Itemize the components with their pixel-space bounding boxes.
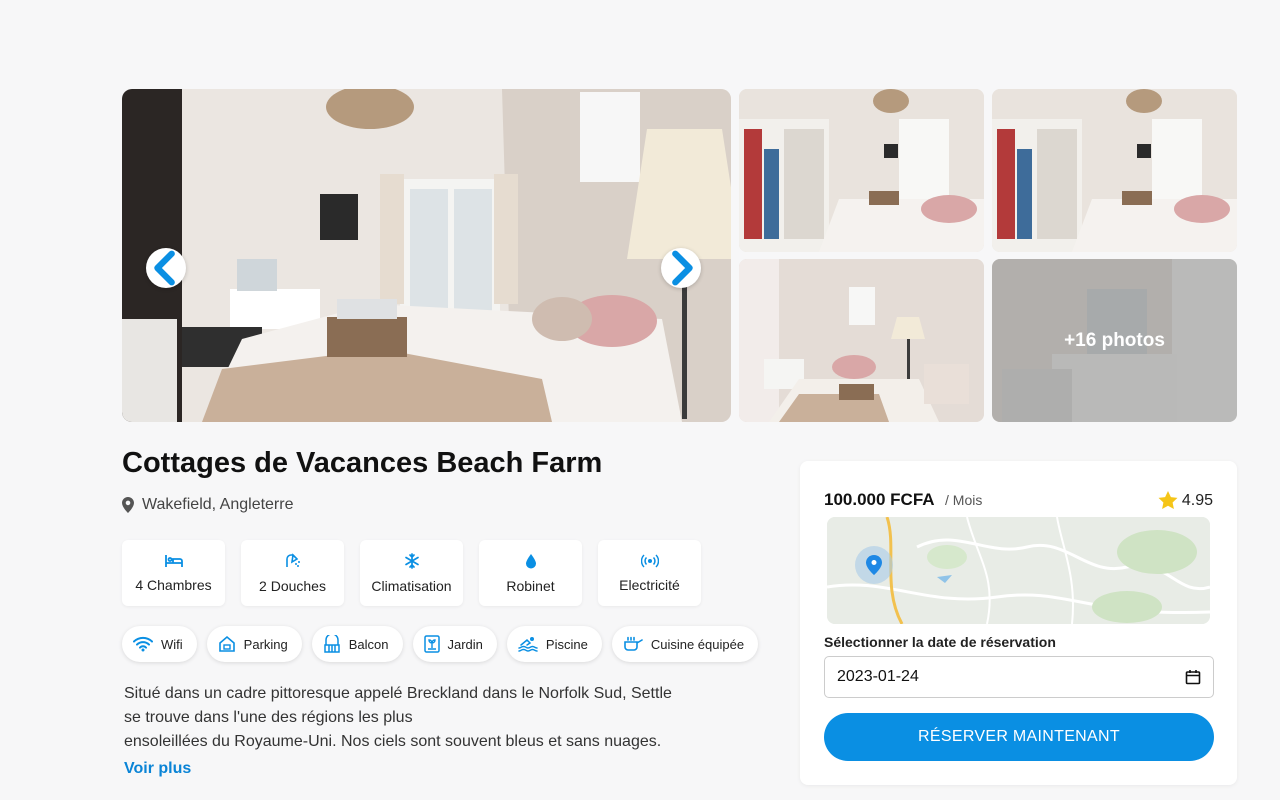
chevron-right-icon (672, 250, 693, 286)
feature-label: Electricité (619, 576, 680, 593)
description-line: se trouve dans l'une des régions les plu… (124, 709, 413, 726)
feature-label: 4 Chambres (135, 576, 212, 593)
amenity-label: Piscine (545, 636, 588, 652)
amenity-garden[interactable]: Jardin (412, 626, 497, 662)
amenity-wifi[interactable]: Wifi (122, 626, 197, 662)
snowflake-icon (404, 552, 419, 569)
booking-card: 100.000 FCFA / Mois 4.95 Sélectionner la… (800, 461, 1237, 785)
thumbnail-photo[interactable] (739, 89, 984, 252)
see-more-link[interactable]: Voir plus (124, 760, 191, 778)
date-input[interactable]: 2023-01-24 (824, 656, 1214, 698)
rating: 4.95 (1158, 491, 1213, 510)
amenity-label: Jardin (447, 636, 483, 652)
feature-label: 2 Douches (259, 577, 326, 594)
electricity-icon (640, 553, 659, 568)
amenity-label: Wifi (161, 636, 183, 652)
feature-bedrooms: 4 Chambres (122, 540, 225, 606)
feature-showers: 2 Douches (241, 540, 344, 606)
book-now-button[interactable]: RÉSERVER MAINTENANT (824, 713, 1214, 761)
location-map[interactable] (827, 517, 1210, 624)
kitchen-icon (624, 636, 643, 651)
shower-icon (285, 552, 300, 567)
feature-label: Robinet (506, 577, 555, 594)
photo-gallery: +16 photos (122, 89, 1237, 422)
amenity-label: Cuisine équipée (650, 636, 745, 652)
more-photos-label[interactable]: +16 photos (992, 259, 1237, 422)
gallery-prev-button[interactable] (146, 248, 186, 288)
main-photo[interactable] (122, 89, 731, 422)
thumbnail-photo[interactable] (739, 259, 984, 422)
pool-icon (518, 637, 538, 652)
feature-electricity: Electricité (598, 540, 701, 606)
page-title: Cottages de Vacances Beach Farm (122, 447, 603, 479)
features-list: 4 Chambres 2 Douches Climatisation Robin… (122, 540, 701, 606)
price-period: / Mois (945, 492, 983, 508)
amenity-label: Parking (243, 636, 288, 652)
feature-label: Climatisation (371, 577, 452, 594)
amenities-list: Wifi Parking Balcon Jardin Piscine Cuisi… (122, 626, 759, 662)
garden-icon (423, 635, 440, 653)
amenity-kitchen[interactable]: Cuisine équipée (611, 626, 759, 662)
amenity-parking[interactable]: Parking (206, 626, 302, 662)
star-icon (1158, 491, 1178, 509)
description: Situé dans un cadre pittoresque appelé B… (124, 682, 684, 754)
amenity-balcony[interactable]: Balcon (311, 626, 403, 662)
location: Wakefield, Angleterre (122, 496, 293, 514)
gallery-next-button[interactable] (661, 248, 701, 288)
description-line: ensoleillées du Royaume-Uni. Nos ciels s… (124, 733, 662, 750)
water-drop-icon (525, 553, 536, 568)
chevron-left-icon (154, 250, 175, 286)
bed-icon (164, 554, 183, 567)
feature-tap: Robinet (479, 540, 582, 606)
thumbnail-photo-more[interactable]: +16 photos (992, 259, 1237, 422)
balcony-icon (324, 635, 340, 653)
map-pin-icon (122, 497, 134, 513)
amenity-pool[interactable]: Piscine (506, 626, 602, 662)
location-text: Wakefield, Angleterre (142, 496, 294, 513)
parking-icon (218, 635, 235, 652)
rating-value: 4.95 (1181, 491, 1213, 509)
date-value: 2023-01-24 (837, 668, 919, 685)
feature-air-conditioning: Climatisation (360, 540, 463, 606)
description-line: Situé dans un cadre pittoresque appelé B… (124, 685, 672, 702)
wifi-icon (133, 636, 153, 652)
thumbnail-photo[interactable] (992, 89, 1237, 252)
amenity-label: Balcon (348, 636, 389, 652)
calendar-icon[interactable] (1185, 669, 1201, 685)
price: 100.000 FCFA (824, 490, 935, 509)
date-label: Sélectionner la date de réservation (824, 634, 1056, 650)
